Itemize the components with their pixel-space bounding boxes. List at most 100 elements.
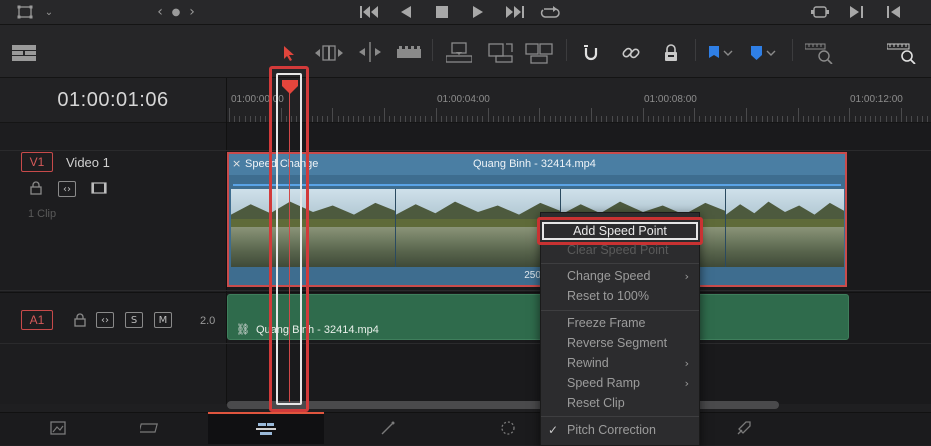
ruler-label: 01:00:08:00	[644, 94, 697, 105]
audio-clip[interactable]: ⛓ Quang Binh - 32414.mp4	[227, 294, 849, 340]
ruler-tick	[378, 116, 380, 122]
ruler-tick	[544, 116, 546, 122]
ruler-tick	[658, 116, 660, 122]
zoom-in-icon[interactable]	[886, 40, 918, 66]
ruler-tick	[477, 116, 479, 122]
solo-button[interactable]: S	[125, 312, 143, 328]
ruler-tick	[782, 116, 784, 122]
mute-button[interactable]: M	[154, 312, 172, 328]
stop-icon[interactable]	[432, 3, 452, 21]
viewer-mode-icon[interactable]	[14, 3, 36, 21]
menu-item-rewind[interactable]: Rewind ›	[541, 353, 699, 373]
menu-item-change-speed[interactable]: Change Speed ›	[541, 266, 699, 286]
ruler-label: 01:00:12:00	[850, 94, 903, 105]
play-icon[interactable]	[468, 3, 488, 21]
ruler-tick	[761, 116, 763, 122]
auto-select-icon[interactable]: ‹›	[96, 312, 114, 328]
track-header-panel	[0, 78, 227, 404]
insert-clip-icon[interactable]	[445, 40, 473, 66]
position-lock-icon[interactable]	[660, 42, 682, 64]
menu-item-freeze-frame[interactable]: Freeze Frame	[541, 313, 699, 333]
ruler-tick	[415, 116, 417, 122]
menu-item-reset-clip[interactable]: Reset Clip	[541, 393, 699, 413]
loop-icon[interactable]	[538, 2, 562, 22]
ruler-tick	[347, 116, 349, 122]
match-frame-icon[interactable]	[808, 3, 832, 21]
cut-page-icon[interactable]	[92, 412, 208, 444]
menu-item-reset-to-100[interactable]: Reset to 100%	[541, 286, 699, 306]
next-nav-icon[interactable]: ›	[184, 2, 200, 22]
ruler-tick	[771, 116, 773, 122]
ruler-tick	[735, 116, 737, 122]
lock-icon[interactable]	[72, 312, 88, 328]
marker-icon[interactable]	[748, 42, 780, 64]
ruler-tick	[766, 116, 768, 122]
prev-edit-icon[interactable]	[882, 3, 904, 21]
close-effect-icon[interactable]: ×	[232, 157, 241, 170]
ruler-tick	[239, 116, 241, 122]
ruler-tick	[895, 116, 897, 122]
ruler-tick	[709, 116, 711, 122]
track-tag-v1[interactable]: V1	[21, 152, 53, 172]
auto-select-icon[interactable]: ‹›	[58, 181, 76, 197]
ruler-tick	[575, 116, 577, 122]
deliver-page-icon[interactable]	[686, 412, 802, 444]
track-enable-icon[interactable]	[90, 181, 108, 195]
ruler-tick	[926, 116, 928, 122]
ruler-tick	[844, 116, 846, 122]
ruler-tick	[906, 116, 908, 122]
ruler-tick	[265, 116, 267, 122]
ruler-tick	[678, 116, 680, 122]
ruler-tick	[554, 116, 556, 122]
ruler-tick	[440, 116, 442, 122]
next-edit-icon[interactable]	[846, 3, 868, 21]
ruler-tick	[730, 116, 732, 122]
chevron-down-icon[interactable]: ⌄	[40, 3, 58, 21]
speed-curve[interactable]	[233, 184, 841, 186]
menu-item-pitch-correction[interactable]: ✓ Pitch Correction	[541, 420, 699, 440]
ruler-tick	[601, 116, 603, 122]
video-track-name[interactable]: Video 1	[66, 155, 110, 170]
play-reverse-icon[interactable]	[396, 3, 416, 21]
overwrite-clip-icon[interactable]	[487, 40, 515, 66]
ruler-tick	[668, 116, 670, 122]
skip-to-end-icon[interactable]	[502, 3, 526, 21]
ruler-tick	[792, 116, 794, 122]
ruler-tick	[503, 116, 504, 122]
ruler-tick	[652, 116, 654, 122]
ruler-tick	[539, 108, 541, 122]
prev-nav-icon[interactable]: ‹	[152, 2, 168, 22]
ruler-tick	[663, 116, 665, 122]
ruler-tick	[394, 116, 396, 122]
thumbnail	[231, 189, 396, 267]
speed-percent: 250%	[524, 270, 550, 281]
ruler-tick	[590, 108, 592, 122]
zoom-out-icon[interactable]	[804, 40, 834, 66]
ruler-tick	[337, 116, 339, 122]
ruler-tick	[714, 116, 716, 122]
fusion-page-icon[interactable]	[330, 412, 446, 444]
flag-icon[interactable]	[706, 42, 736, 64]
track-tag-a1[interactable]: A1	[21, 310, 53, 330]
lock-icon[interactable]	[28, 180, 44, 196]
blade-icon[interactable]	[396, 42, 422, 64]
dot-icon[interactable]: ●	[168, 2, 184, 22]
trim-edit-icon[interactable]	[313, 42, 345, 64]
menu-item-clear-speed-point[interactable]: Clear Speed Point	[541, 240, 699, 260]
ruler-tick	[420, 116, 422, 122]
ruler-tick	[570, 116, 572, 122]
ruler-tick	[885, 116, 887, 122]
dynamic-trim-icon[interactable]	[355, 40, 385, 64]
timeline-ruler[interactable]: 01:00:00:00 01:00:04:00 01:00:08:00 01:0…	[227, 78, 931, 123]
edit-page-icon[interactable]	[208, 412, 324, 444]
ruler-tick	[565, 116, 567, 122]
linked-selection-icon[interactable]	[620, 42, 642, 64]
ruler-tick	[322, 116, 324, 122]
menu-item-speed-ramp[interactable]: Speed Ramp ›	[541, 373, 699, 393]
menu-item-reverse-segment[interactable]: Reverse Segment	[541, 333, 699, 353]
timeline-view-options-icon[interactable]	[10, 42, 38, 64]
replace-clip-icon[interactable]	[524, 40, 554, 66]
skip-to-start-icon[interactable]	[358, 3, 382, 21]
selection-arrow-icon[interactable]	[278, 42, 300, 64]
snapping-icon[interactable]	[580, 42, 602, 64]
